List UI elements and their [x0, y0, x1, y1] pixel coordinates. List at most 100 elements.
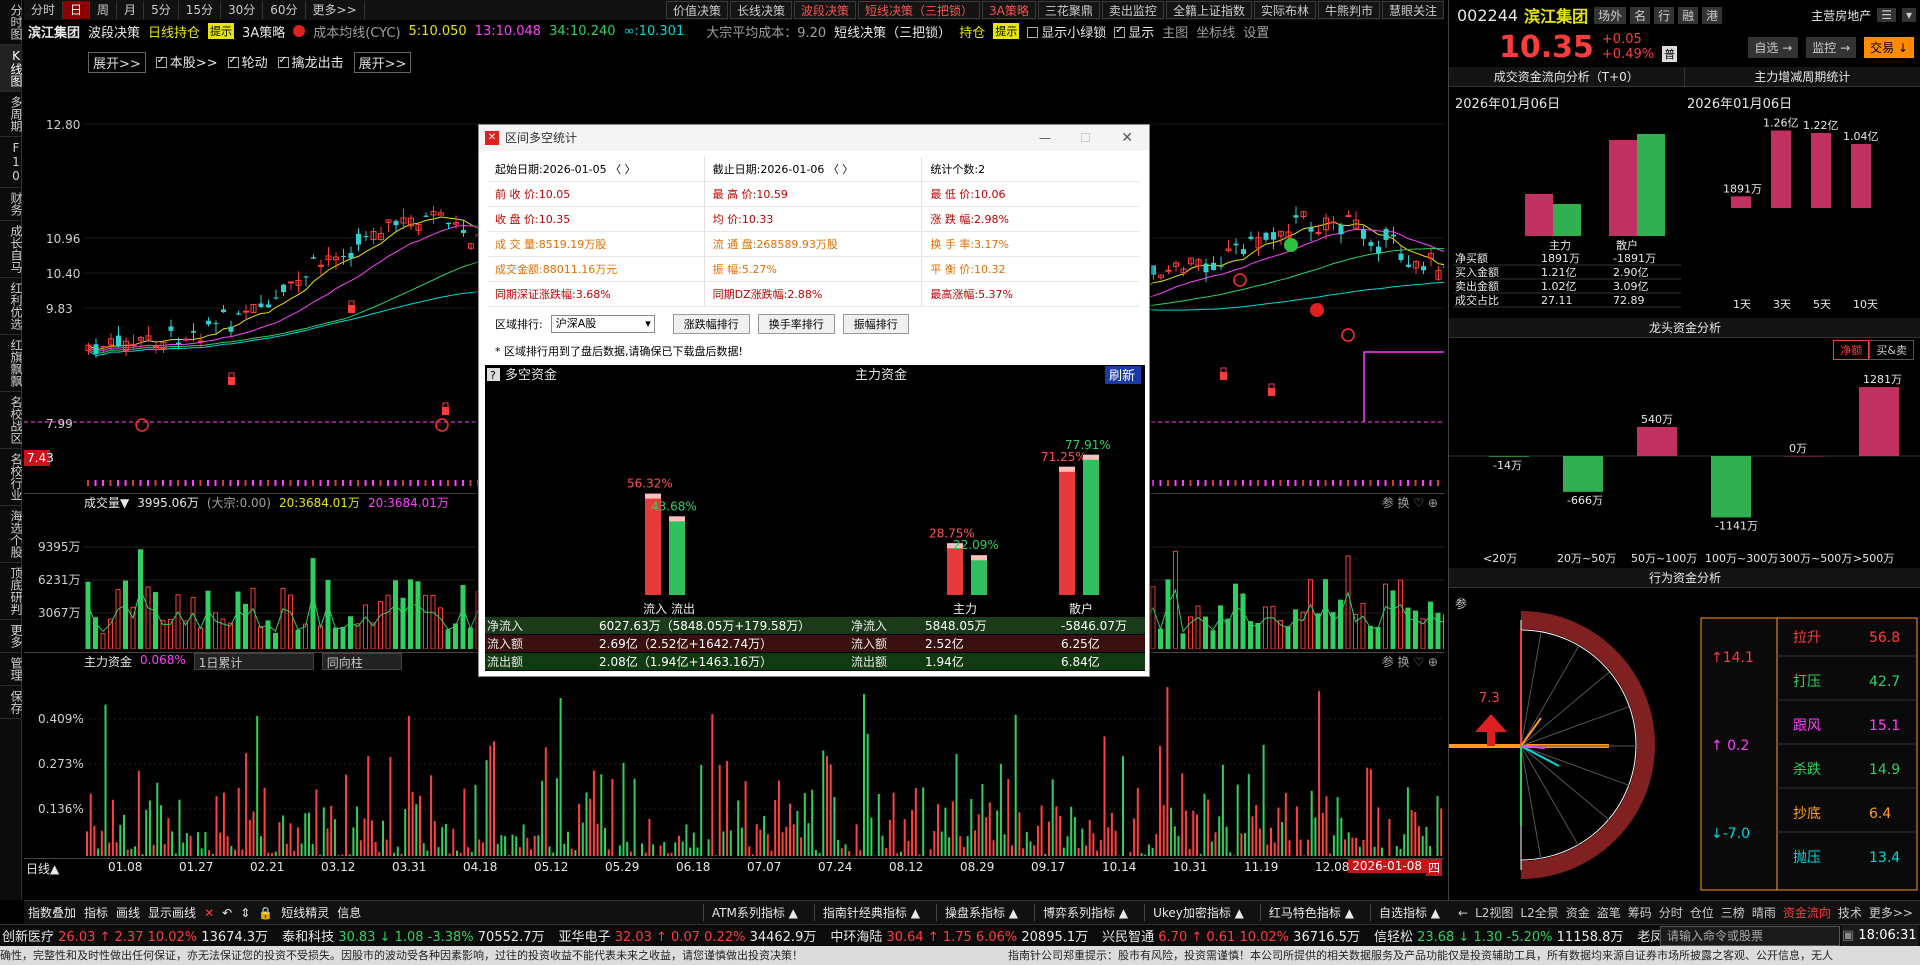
main-chart-button[interactable]: 主图: [1162, 22, 1188, 41]
volume-label[interactable]: 成交量▼: [84, 494, 129, 511]
strategy-button[interactable]: 价值决策: [665, 1, 728, 19]
stats-cell[interactable]: 起始日期:2026-01-05 〈 〉: [487, 157, 705, 181]
strategy-button[interactable]: 3A策略: [982, 1, 1036, 19]
volume-panel-icons[interactable]: 参 换 ♡ ⊕: [1382, 494, 1438, 511]
rank-button[interactable]: 换手率排行: [757, 314, 835, 334]
tool-button[interactable]: 信息: [337, 904, 361, 921]
period-button[interactable]: 周: [90, 1, 118, 19]
ticker-item[interactable]: 创新医疗 26.03 ↑ 2.37 10.02% 13674.3万: [2, 926, 268, 945]
command-input[interactable]: 请输入命令或股票: [1660, 926, 1840, 946]
sidebar-item[interactable]: 红旗飘飘: [0, 335, 23, 392]
fund-select-2[interactable]: 同向柱: [321, 653, 402, 670]
quote-tab[interactable]: 场外: [1594, 6, 1627, 24]
period-button[interactable]: 30分: [221, 1, 264, 19]
quote-tab[interactable]: 行: [1654, 6, 1675, 24]
sidebar-item[interactable]: 保存: [0, 686, 23, 719]
tip-badge[interactable]: 提示: [208, 23, 235, 39]
right-bottom-tab[interactable]: L2视图: [1475, 904, 1513, 921]
strategy-button[interactable]: 短线决策（三把锁）: [858, 1, 981, 19]
show-green-lock-toggle[interactable]: 显示小绿锁: [1027, 22, 1106, 41]
period-button[interactable]: 月: [117, 1, 145, 19]
fund-panel-icons[interactable]: 参 换 ♡ ⊕: [1382, 653, 1438, 670]
close-icon[interactable]: ✕: [1121, 125, 1133, 151]
tool-button[interactable]: 画线: [116, 904, 140, 921]
ticker-item[interactable]: 信轻松 23.68 ↓ 1.30 -5.20% 11158.8万: [1374, 926, 1623, 945]
strategy-button[interactable]: 卖出监控: [1101, 1, 1164, 19]
right-bottom-tab[interactable]: 筹码: [1628, 904, 1652, 921]
sidebar-item[interactable]: 名校行业: [0, 449, 23, 506]
right-bottom-tab[interactable]: 更多>>: [1869, 904, 1913, 921]
rank-button[interactable]: 振幅排行: [842, 314, 909, 334]
sidebar-item[interactable]: 海选个股: [0, 506, 23, 563]
rank-button[interactable]: 涨跌幅排行: [672, 314, 750, 334]
rank-select[interactable]: 沪深A股 ▾: [550, 315, 655, 333]
settings-button[interactable]: 设置: [1243, 22, 1269, 41]
right-bottom-tab[interactable]: 三榜: [1721, 904, 1745, 921]
strategy-button[interactable]: 三花聚鼎: [1037, 1, 1100, 19]
quote-tab[interactable]: 港: [1702, 6, 1723, 24]
strategy-button[interactable]: 慧眼关注: [1381, 1, 1444, 19]
signal-icon[interactable]: [1341, 328, 1355, 342]
record-icon[interactable]: [293, 25, 306, 37]
down-icon[interactable]: ▾: [1901, 8, 1916, 22]
period-button[interactable]: 5分: [144, 1, 179, 19]
tool-button[interactable]: 短线精灵: [281, 904, 329, 921]
tool-button[interactable]: ⇕: [240, 906, 250, 920]
indicator-menu[interactable]: Ukey加密指标 ▲: [1144, 904, 1252, 921]
indicator-menu[interactable]: 博弈系列指标 ▲: [1034, 904, 1136, 921]
right-bottom-tab[interactable]: 资金流向: [1783, 904, 1831, 921]
buy-signal-icon[interactable]: [1284, 238, 1298, 252]
short-decision-tag[interactable]: 短线决策（三把锁）: [834, 22, 951, 41]
period-button[interactable]: 15分: [179, 1, 221, 19]
strategy-button[interactable]: 牛熊判市: [1317, 1, 1380, 19]
monitor-button[interactable]: 监控 →: [1806, 36, 1857, 58]
period-button[interactable]: 日: [63, 1, 91, 19]
signal-icon[interactable]: [435, 418, 449, 432]
strategy-button[interactable]: 实际布林: [1253, 1, 1316, 19]
right-bottom-tab[interactable]: ←: [1458, 906, 1468, 920]
sidebar-item[interactable]: K线图: [0, 45, 23, 92]
add-watch-button[interactable]: 自选 →: [1748, 36, 1799, 58]
ticker-item[interactable]: 兴民智通 6.70 ↑ 0.61 10.02% 36716.5万: [1102, 926, 1360, 945]
right-bottom-tab[interactable]: 仓位: [1690, 904, 1714, 921]
wave-decision-tag[interactable]: 波段决策: [88, 22, 140, 41]
strategy-button[interactable]: 全籍上证指数: [1165, 1, 1252, 19]
tool-button[interactable]: 显示画线: [148, 904, 196, 921]
signal-icon[interactable]: [135, 418, 149, 432]
3a-strategy-tag[interactable]: 3A策略: [242, 22, 285, 41]
sidebar-item[interactable]: 名校战区: [0, 392, 23, 449]
sidebar-item[interactable]: F10: [0, 137, 23, 188]
period-button[interactable]: 更多>>: [306, 1, 365, 19]
stats-cell[interactable]: 统计个数:2: [922, 157, 1139, 181]
sell-signal-icon[interactable]: [1310, 303, 1324, 317]
minimize-icon[interactable]: —: [1039, 125, 1051, 151]
sidebar-item[interactable]: 顶底研判: [0, 563, 23, 620]
indicator-menu[interactable]: 操盘系指标 ▲: [935, 904, 1026, 921]
indicator-menu[interactable]: 自选指标 ▲: [1369, 904, 1448, 921]
daily-hold-tag[interactable]: 日线持仓: [148, 22, 200, 41]
sidebar-item[interactable]: 分时图: [0, 0, 23, 45]
indicator-menu[interactable]: 红马特色指标 ▲: [1259, 904, 1362, 921]
ticker-item[interactable]: 亚华电子 32.03 ↑ 0.07 0.22% 34462.9万: [559, 926, 817, 945]
period-button[interactable]: 60分: [263, 1, 306, 19]
sidebar-item[interactable]: 多周期: [0, 92, 23, 137]
right-bottom-tab[interactable]: 资金: [1566, 904, 1590, 921]
strategy-button[interactable]: 波段决策: [794, 1, 857, 19]
behav-side-label[interactable]: 参: [1455, 596, 1467, 611]
tool-button[interactable]: 指标: [84, 904, 108, 921]
tool-button[interactable]: ✕: [204, 906, 214, 920]
indicator-menu[interactable]: ATM系列指标 ▲: [702, 904, 806, 921]
sidebar-item[interactable]: 成长自马: [0, 221, 23, 278]
range-stat-dialog[interactable]: ✕ 区间多空统计 — ☐ ✕ 起始日期:2026-01-05 〈 〉截止日期:2…: [478, 124, 1150, 677]
period-button[interactable]: 分时: [24, 1, 64, 19]
ticker-item[interactable]: 泰和科技 30.83 ↓ 1.08 -3.38% 70552.7万: [282, 926, 544, 945]
sidebar-item[interactable]: 更多: [0, 620, 23, 653]
ticker-item[interactable]: 中环海陆 30.64 ↑ 1.75 6.06% 20895.1万: [830, 926, 1088, 945]
hold-tag[interactable]: 持仓: [959, 22, 985, 41]
right-bottom-tab[interactable]: 晴雨: [1752, 904, 1776, 921]
tool-button[interactable]: 指数叠加: [28, 904, 76, 921]
menu-icon[interactable]: ☰: [1877, 8, 1896, 22]
maximize-icon[interactable]: ☐: [1080, 125, 1091, 151]
sidebar-item[interactable]: 管理: [0, 653, 23, 686]
right-bottom-tab[interactable]: 分时: [1659, 904, 1683, 921]
